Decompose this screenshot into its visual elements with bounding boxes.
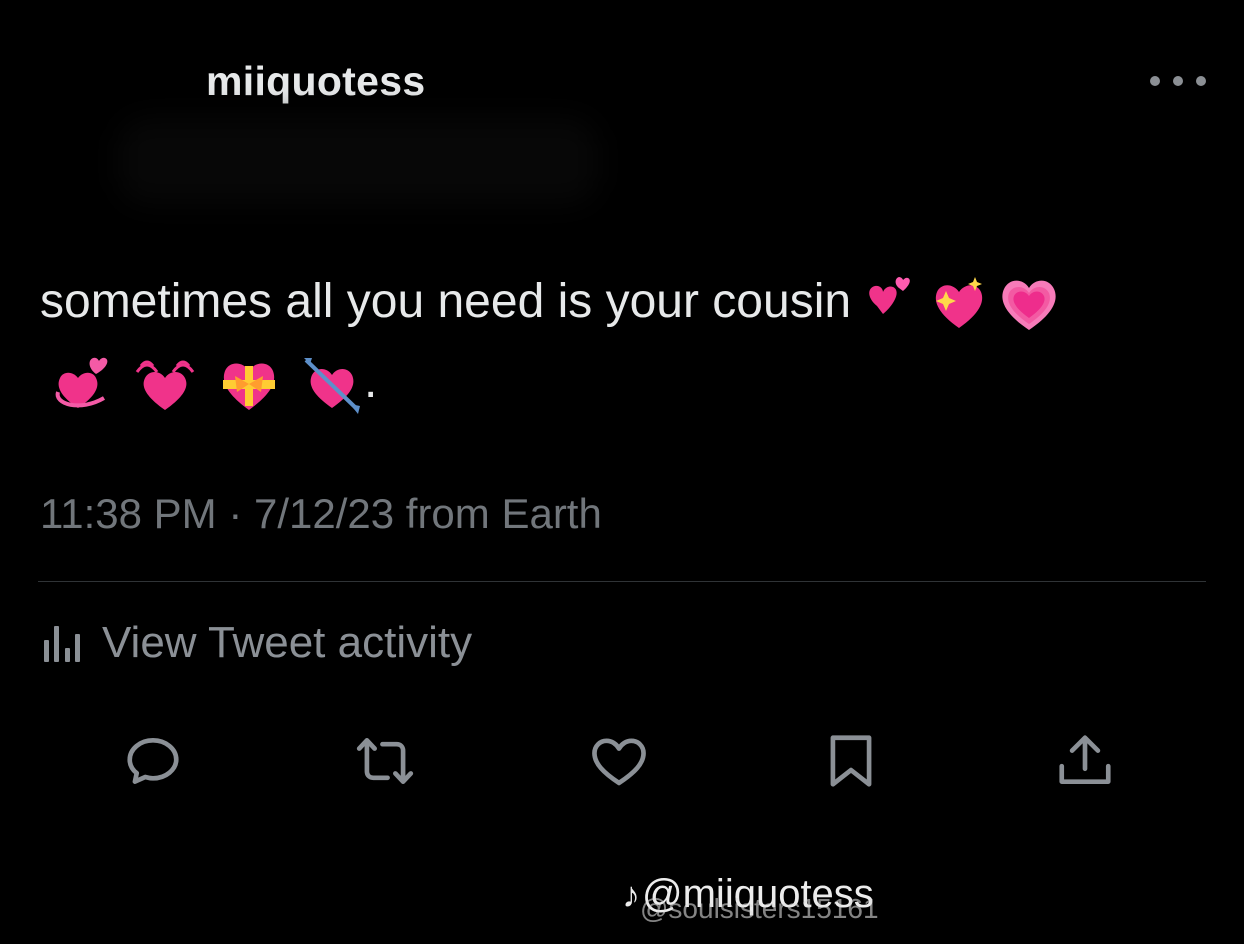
more-options-button[interactable] — [1150, 64, 1206, 98]
reply-icon — [127, 738, 179, 784]
like-button[interactable] — [584, 726, 654, 796]
more-dot-icon — [1150, 76, 1160, 86]
bookmark-button[interactable] — [816, 726, 886, 796]
tweet-text-content: sometimes all you need is your cousin — [40, 275, 852, 328]
beating-heart-icon — [133, 352, 197, 416]
tweet-card: miiquotess sometimes all you need is you… — [0, 0, 1244, 944]
sparkling-heart-icon — [927, 272, 991, 336]
like-icon — [592, 738, 646, 786]
retweet-button[interactable] — [350, 726, 420, 796]
growing-heart-icon — [997, 272, 1061, 336]
divider — [38, 581, 1206, 582]
revolving-hearts-icon — [50, 352, 114, 416]
reply-button[interactable] — [118, 726, 188, 796]
bookmark-icon — [830, 735, 872, 787]
tweet-timestamp[interactable]: 11:38 PM · 7/12/23 from Earth — [40, 490, 602, 538]
tiktok-watermark-secondary: @soulsisters15161 — [640, 893, 879, 925]
username[interactable]: miiquotess — [206, 58, 425, 105]
heart-with-arrow-icon — [300, 352, 364, 416]
tweet-text: sometimes all you need is your cousin . — [40, 262, 1210, 422]
activity-label: View Tweet activity — [102, 618, 473, 667]
two-hearts-icon — [857, 272, 921, 336]
tweet-text-trailing: . — [364, 355, 378, 408]
tiktok-icon: ♪ — [622, 874, 640, 915]
blurred-handle — [118, 118, 598, 204]
retweet-icon — [356, 738, 414, 784]
share-icon — [1059, 735, 1111, 784]
view-tweet-activity-link[interactable]: View Tweet activity — [44, 618, 472, 668]
share-button[interactable] — [1050, 726, 1120, 796]
more-dot-icon — [1196, 76, 1206, 86]
more-dot-icon — [1173, 76, 1183, 86]
watermark-secondary: @soulsisters15161 — [640, 893, 879, 924]
heart-with-ribbon-icon — [217, 352, 281, 416]
analytics-icon — [44, 624, 80, 662]
